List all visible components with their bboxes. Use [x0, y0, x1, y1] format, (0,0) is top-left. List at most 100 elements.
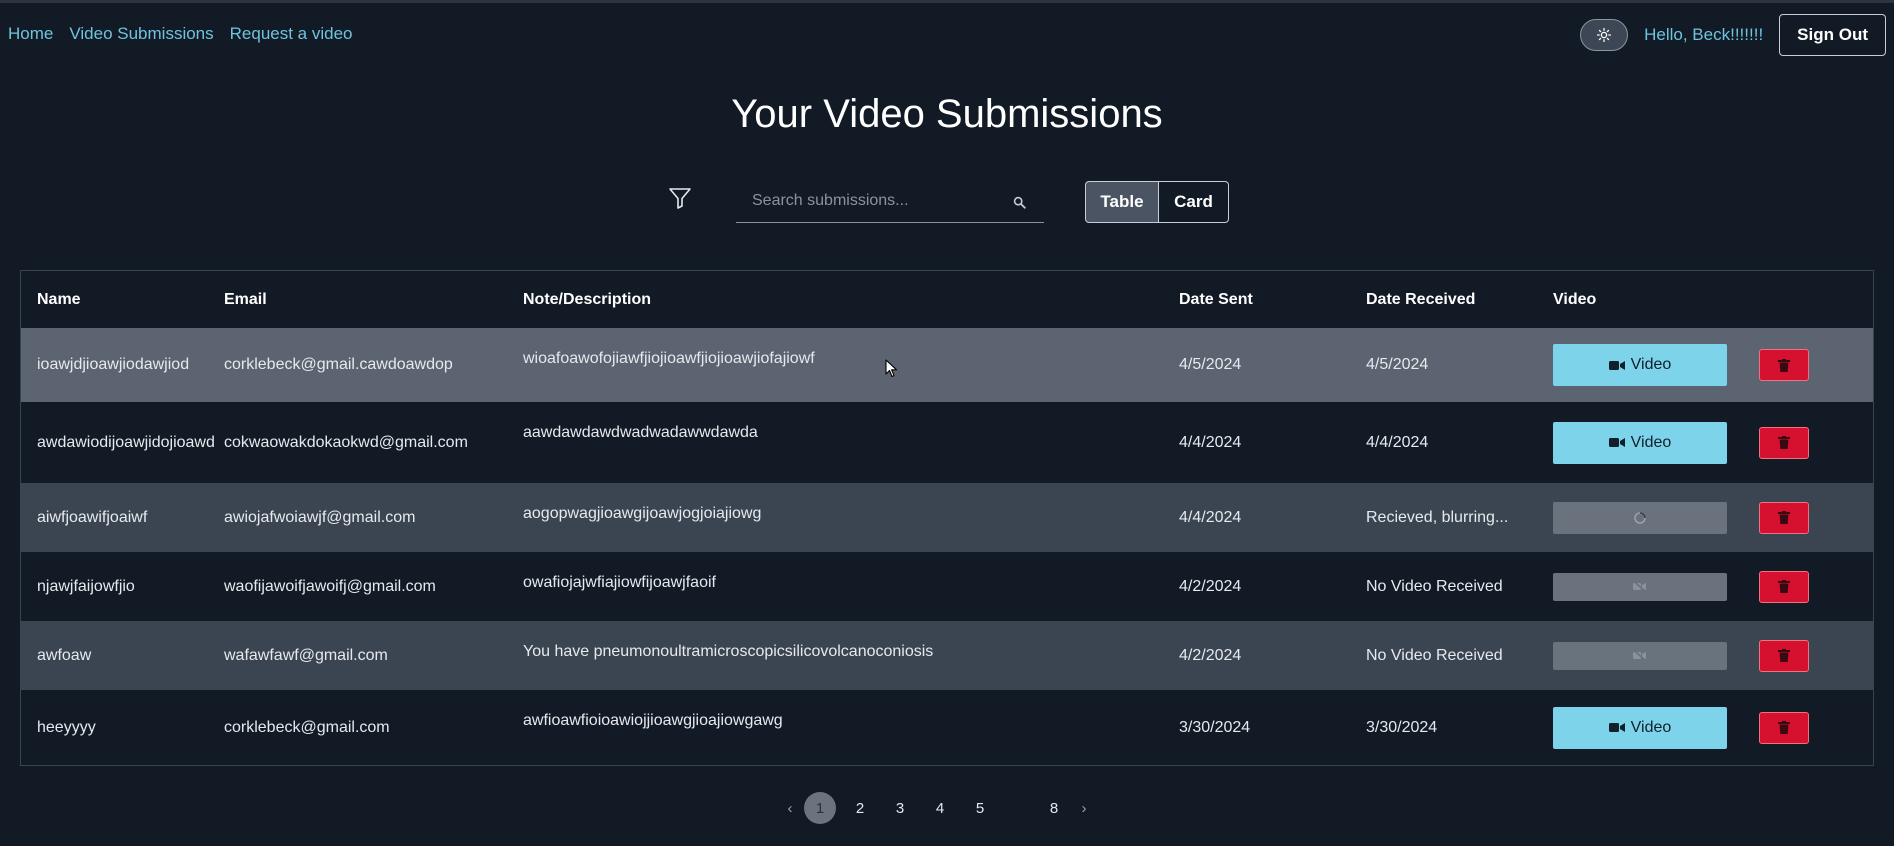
- header-name: Name: [37, 290, 81, 308]
- cell-note: owafiojajwfiajiowfijoawjfaoif: [507, 552, 1163, 621]
- video-processing-button: [1553, 501, 1727, 534]
- cell-date-received: 4/5/2024: [1350, 328, 1537, 402]
- cell-name: ioawjdjioawjiodawjiod: [21, 328, 208, 402]
- trash-icon: [1778, 511, 1790, 524]
- cell-date-sent: 4/4/2024: [1163, 483, 1350, 552]
- search-input[interactable]: [736, 186, 1022, 216]
- top-nav: Home Video Submissions Request a video: [8, 24, 353, 44]
- view-toggle: Table Card: [1085, 181, 1229, 223]
- page-5[interactable]: 5: [964, 792, 996, 824]
- cell-actions: [1743, 328, 1873, 402]
- page-title: Your Video Submissions: [731, 92, 1163, 136]
- cell-email: wafawfawf@gmail.com: [208, 621, 507, 690]
- cell-actions: [1743, 552, 1873, 621]
- pagination-next[interactable]: ›: [1074, 800, 1094, 817]
- sign-out-button[interactable]: Sign Out: [1779, 14, 1886, 56]
- cell-video: Video: [1537, 690, 1743, 765]
- delete-button[interactable]: [1759, 570, 1809, 603]
- cell-video: [1537, 483, 1743, 552]
- cell-date-received: Recieved, blurring...: [1350, 483, 1537, 552]
- cell-email: corklebeck@gmail.cawdoawdop: [208, 328, 507, 402]
- delete-button[interactable]: [1759, 639, 1809, 672]
- table-row: heeyyyy corklebeck@gmail.com awfioawfioi…: [21, 690, 1873, 765]
- table-view-button[interactable]: Table: [1085, 181, 1159, 223]
- cell-name: aiwfjoawifjoaiwf: [21, 483, 208, 552]
- cell-video: [1537, 552, 1743, 621]
- table-row: awdawiodijoawjidojioawd cokwaowakdokaokw…: [21, 402, 1873, 483]
- video-button[interactable]: Video: [1553, 344, 1727, 386]
- video-unavailable-button: [1553, 572, 1727, 601]
- cell-note: wioafoawofojiawfjiojioawfjiojioawjiofaji…: [507, 328, 1163, 402]
- video-button[interactable]: Video: [1553, 706, 1727, 749]
- cell-note: awfioawfioioawiojjioawgjioajiowgawg: [507, 690, 1163, 765]
- trash-icon: [1778, 436, 1790, 449]
- filter-icon[interactable]: [668, 186, 692, 215]
- cell-name: heeyyyy: [21, 690, 208, 765]
- cell-actions: [1743, 402, 1873, 483]
- trash-icon: [1778, 580, 1790, 593]
- cell-date-received: 3/30/2024: [1350, 690, 1537, 765]
- table-row: ioawjdjioawjiodawjiod corklebeck@gmail.c…: [21, 328, 1873, 402]
- video-camera-icon: [1608, 723, 1625, 732]
- video-button-label: Video: [1630, 718, 1672, 736]
- header-date-sent: Date Sent: [1179, 290, 1253, 308]
- page-3[interactable]: 3: [884, 792, 916, 824]
- cell-email: waofijawoifjawoifj@gmail.com: [208, 552, 507, 621]
- delete-button[interactable]: [1759, 711, 1809, 744]
- cell-note: aogopwagjioawgijoawjogjoiajiowg: [507, 483, 1163, 552]
- cell-date-received: 4/4/2024: [1350, 402, 1537, 483]
- top-border: [0, 0, 1894, 3]
- cell-video: [1537, 621, 1743, 690]
- video-unavailable-button: [1553, 641, 1727, 670]
- search-icon[interactable]: [1013, 196, 1026, 214]
- page-4[interactable]: 4: [924, 792, 956, 824]
- cell-email: cokwaowakdokaokwd@gmail.com: [208, 402, 507, 483]
- cell-date-sent: 3/30/2024: [1163, 690, 1350, 765]
- header-video: Video: [1553, 290, 1597, 308]
- cell-date-received: No Video Received: [1350, 552, 1537, 621]
- cell-date-sent: 4/2/2024: [1163, 552, 1350, 621]
- trash-icon: [1778, 721, 1790, 734]
- table-row: njawjfaijowfjio waofijawoifjawoifj@gmail…: [21, 552, 1873, 621]
- sun-icon: [1597, 28, 1612, 42]
- delete-button[interactable]: [1759, 349, 1809, 381]
- nav-video-submissions[interactable]: Video Submissions: [69, 24, 213, 44]
- video-off-icon: [1633, 581, 1647, 592]
- cell-name: awdawiodijoawjidojioawd: [21, 402, 215, 483]
- page-1[interactable]: 1: [804, 792, 836, 824]
- video-camera-icon: [1608, 360, 1625, 370]
- cell-name: njawjfaijowfjio: [21, 552, 208, 621]
- cell-email: corklebeck@gmail.com: [208, 690, 507, 765]
- video-button[interactable]: Video: [1553, 421, 1727, 464]
- video-button-label: Video: [1630, 356, 1672, 373]
- user-greeting: Hello, Beck!!!!!!!: [1644, 25, 1764, 44]
- nav-home[interactable]: Home: [8, 24, 53, 44]
- table-header-row: Name Email Note/Description Date Sent Da…: [21, 271, 1873, 328]
- video-button-label: Video: [1630, 433, 1672, 451]
- header-email: Email: [224, 290, 267, 308]
- cell-video: Video: [1537, 328, 1743, 402]
- cell-note: aawdawdawdwadwadawwdawda: [507, 402, 1163, 483]
- nav-request-video[interactable]: Request a video: [230, 24, 353, 44]
- page-2[interactable]: 2: [844, 792, 876, 824]
- page-8[interactable]: 8: [1038, 792, 1070, 824]
- cell-video: Video: [1537, 402, 1743, 483]
- video-camera-icon: [1608, 438, 1625, 447]
- cell-date-sent: 4/2/2024: [1163, 621, 1350, 690]
- pagination: ‹ 1 2 3 4 5 8 ›: [780, 792, 1094, 824]
- cell-actions: [1743, 483, 1873, 552]
- card-view-button[interactable]: Card: [1159, 181, 1229, 223]
- cell-date-sent: 4/4/2024: [1163, 402, 1350, 483]
- delete-button[interactable]: [1759, 501, 1809, 534]
- theme-toggle[interactable]: [1580, 19, 1629, 51]
- delete-button[interactable]: [1759, 426, 1809, 459]
- pagination-prev[interactable]: ‹: [780, 800, 800, 817]
- user-area: Hello, Beck!!!!!!! Sign Out: [1580, 14, 1886, 56]
- table-row: aiwfjoawifjoaiwf awiojafwoiawjf@gmail.co…: [21, 483, 1873, 552]
- header-note: Note/Description: [523, 290, 652, 308]
- header-date-received: Date Received: [1366, 290, 1476, 308]
- cell-name: awfoaw: [21, 621, 208, 690]
- video-off-icon: [1633, 650, 1647, 661]
- cell-email: awiojafwoiawjf@gmail.com: [208, 483, 507, 552]
- cell-actions: [1743, 690, 1873, 765]
